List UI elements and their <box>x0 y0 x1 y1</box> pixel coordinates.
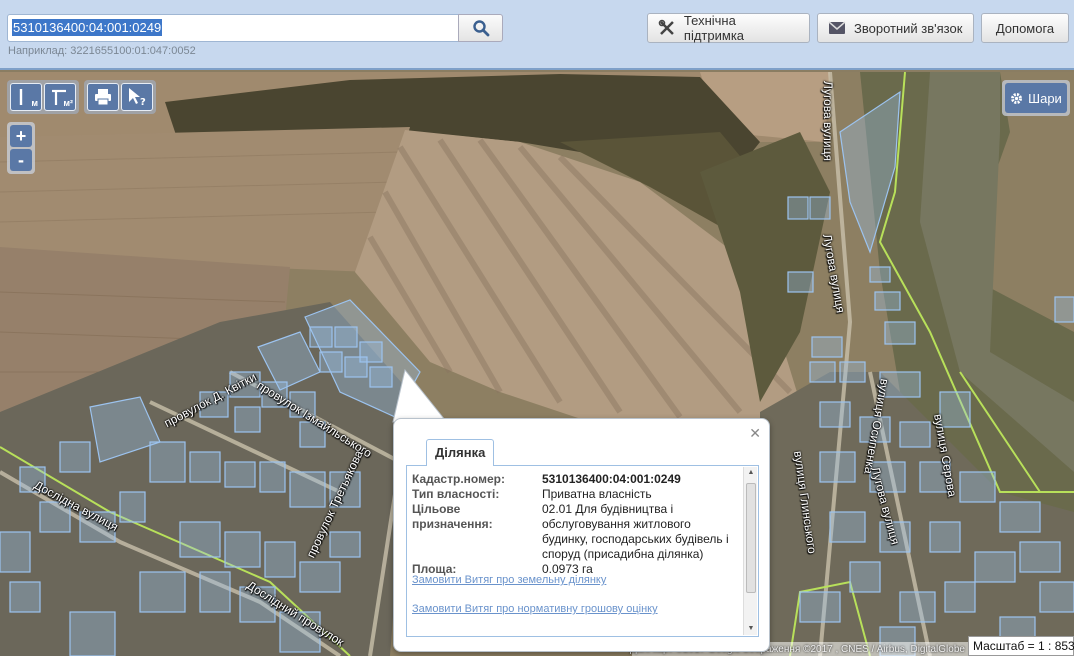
cadastral-number-row: Кадастр.номер: 5310136400:04:001:0249 <box>412 472 737 487</box>
top-bar: 5310136400:04:001:0249 Наприклад: 322165… <box>0 0 1074 70</box>
feedback-button[interactable]: Зворотний зв'язок <box>817 13 974 43</box>
cursor-question-icon: ? <box>129 88 146 107</box>
search-hint: Наприклад: 3221655100:01:047:0052 <box>8 45 196 57</box>
print-toolbar: ? <box>84 80 156 114</box>
scroll-thumb[interactable] <box>746 483 756 593</box>
feedback-label: Зворотний зв'язок <box>854 20 963 36</box>
measure-length-unit: м <box>31 98 38 108</box>
tech-support-button[interactable]: Технічна підтримка <box>647 13 810 43</box>
measure-area-button[interactable]: м² <box>44 83 76 111</box>
search-icon <box>472 20 489 37</box>
search-button[interactable] <box>458 14 503 42</box>
cadastral-number-value: 5310136400:04:001:0249 <box>542 472 681 486</box>
tools-icon <box>658 19 674 35</box>
close-icon[interactable]: ✕ <box>749 425 761 442</box>
svg-text:?: ? <box>140 97 146 107</box>
gear-icon <box>1011 92 1023 104</box>
zoom-in-button[interactable]: + <box>10 125 32 147</box>
measure-length-button[interactable]: м <box>10 83 42 111</box>
measure-area-unit: м² <box>63 98 73 108</box>
satellite-map[interactable]: провулок Ізмайльського провулок Д. Квітк… <box>0 72 1074 656</box>
layers-label: Шари <box>1028 90 1062 106</box>
envelope-icon <box>828 21 846 34</box>
purpose-value: 02.01 Для будівництва і обслуговування ж… <box>542 502 729 561</box>
search-input-value: 5310136400:04:001:0249 <box>12 19 163 36</box>
tab-parcel[interactable]: Ділянка <box>426 439 495 466</box>
parcel-info-popup: ✕ Ділянка Кадастр.номер: 5310136400:04:0… <box>393 418 770 652</box>
order-valuation-link[interactable]: Замовити Витяг про нормативну грошову оц… <box>412 603 658 615</box>
help-label: Допомога <box>995 20 1055 36</box>
printer-icon <box>95 89 111 106</box>
purpose-row: Цільове призначення: 02.01 Для будівницт… <box>412 502 737 562</box>
print-button[interactable] <box>87 83 119 111</box>
zoom-out-button[interactable]: - <box>10 149 32 171</box>
tech-support-label: Технічна підтримка <box>683 13 745 43</box>
identify-button[interactable]: ? <box>121 83 153 111</box>
map-scale: Масштаб = 1 : 853 <box>968 636 1074 656</box>
row-label: Кадастр.номер: <box>412 472 505 486</box>
ownership-type-value: Приватна власність <box>542 487 652 501</box>
help-button[interactable]: Допомога <box>981 13 1069 43</box>
zoom-control: + - <box>7 122 35 174</box>
street-label: Лугова вулиця <box>821 81 835 161</box>
scroll-up-icon[interactable]: ▲ <box>744 467 758 479</box>
scroll-down-icon[interactable]: ▼ <box>744 623 758 635</box>
parcel-details-panel: Кадастр.номер: 5310136400:04:001:0249 Ти… <box>406 465 759 637</box>
row-label: Тип власності: <box>412 487 500 501</box>
layers-button[interactable]: Шари <box>1002 80 1070 116</box>
popup-scrollbar[interactable]: ▲ ▼ <box>743 467 757 635</box>
cadastral-search-input[interactable]: 5310136400:04:001:0249 <box>7 14 459 42</box>
row-label: Цільове призначення: <box>412 502 493 531</box>
measure-toolbar: м м² <box>7 80 79 114</box>
parcel-attributes: Кадастр.номер: 5310136400:04:001:0249 Ти… <box>412 472 737 577</box>
order-extract-link[interactable]: Замовити Витяг про земельну ділянку <box>412 574 606 586</box>
ownership-type-row: Тип власності: Приватна власність <box>412 487 737 502</box>
